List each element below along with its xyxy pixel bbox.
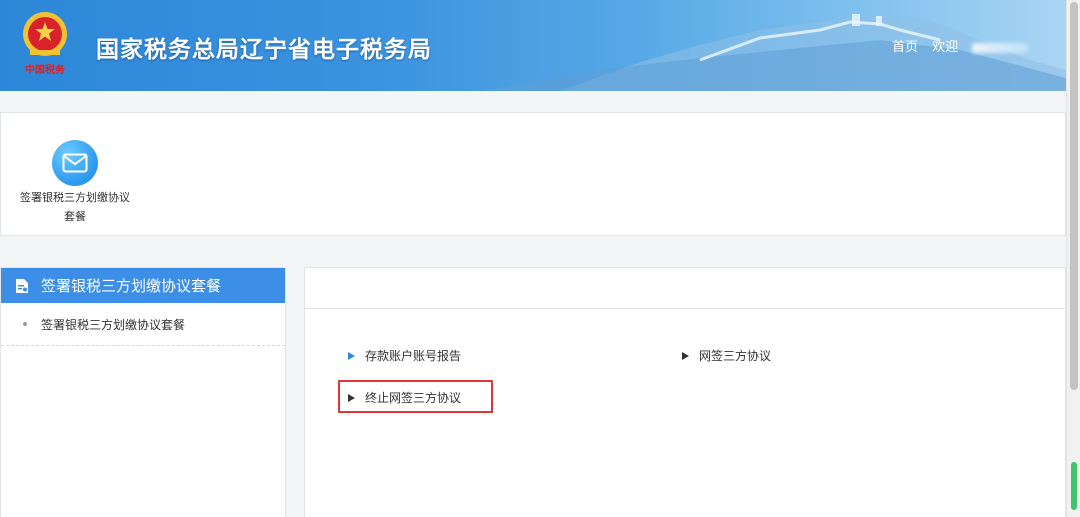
highlight-box [338,380,493,413]
site-title: 国家税务总局辽宁省电子税务局 [96,37,432,63]
sidebar: 签署银税三方划缴协议套餐 签署银税三方划缴协议套餐 [0,267,286,517]
link-label: 存款账户账号报告 [365,349,462,363]
scrollbar-thumb[interactable] [1070,2,1078,390]
sidebar-item-sign-agreement-package[interactable]: 签署银税三方划缴协议套餐 [1,303,285,346]
user-name-redacted [972,42,1029,53]
main-content-header [305,268,1065,309]
tax-emblem-icon: 中国税务 [23,12,67,76]
link-deposit-account-report[interactable]: 存款账户账号报告 [348,347,461,364]
shortcut-panel: 签署银税三方划缴协议 套餐 [0,112,1066,236]
triangle-right-icon [348,351,355,360]
welcome-text: 欢迎 [932,40,959,55]
document-icon [16,278,28,293]
svg-text:中国税务: 中国税务 [25,63,66,76]
link-label: 网签三方协议 [699,349,772,363]
sidebar-item-label: 签署银税三方划缴协议套餐 [41,317,186,332]
header-nav: 首页 欢迎 [892,36,1038,55]
shortcut-label: 签署银税三方划缴协议 套餐 [20,191,130,223]
site-header: 中国税务 国家税务总局辽宁省电子税务局 首页 欢迎 [0,0,1066,91]
envelope-icon [52,140,98,186]
sidebar-header: 签署银税三方划缴协议套餐 [1,268,285,303]
bullet-icon [23,322,27,326]
link-online-tripartite-agreement[interactable]: 网签三方协议 [682,347,771,364]
triangle-right-icon [682,351,689,360]
home-link[interactable]: 首页 [892,40,918,55]
shortcut-sign-agreement[interactable]: 签署银税三方划缴协议 套餐 [5,140,145,226]
scroll-indicator [1071,462,1077,510]
page-scrollbar[interactable] [1066,0,1080,517]
sidebar-header-label: 签署银税三方划缴协议套餐 [41,277,222,295]
